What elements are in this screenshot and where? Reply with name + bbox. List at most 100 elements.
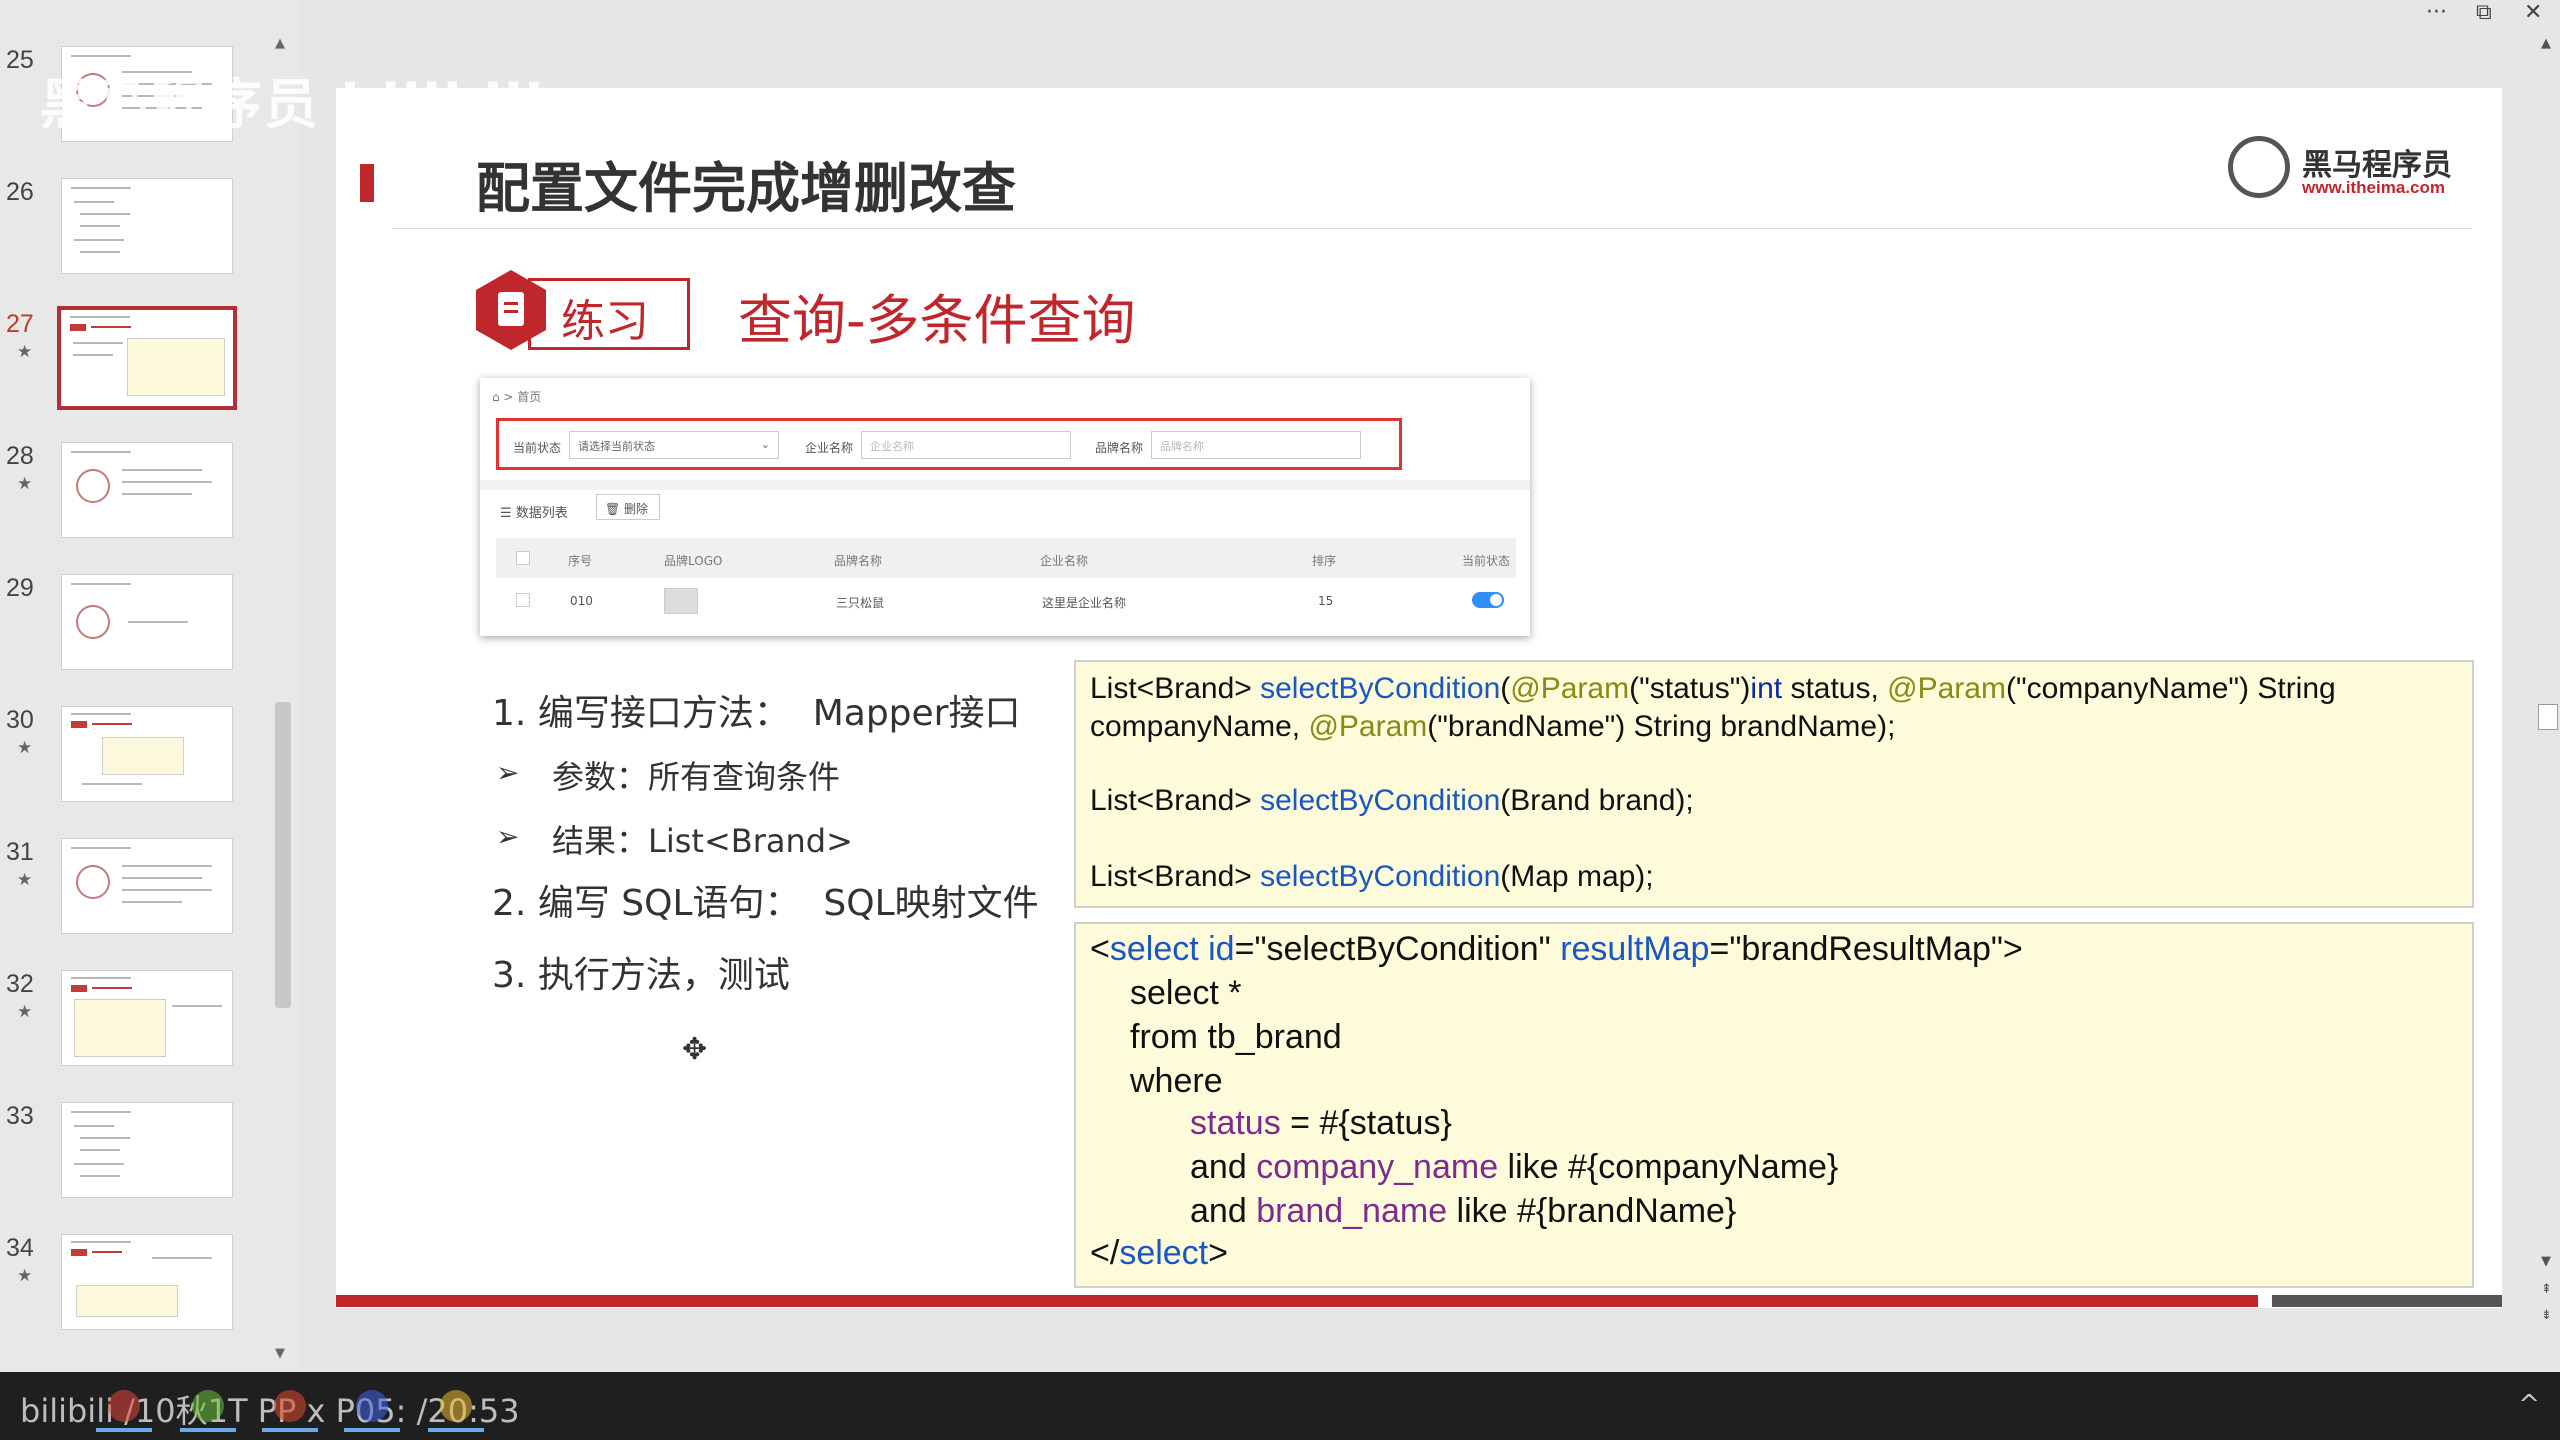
slide-thumbnail-item[interactable]: 32 ★ <box>0 970 300 1090</box>
filter-label: 企业名称 <box>805 441 854 455</box>
itheima-logo: 黑马程序员 www.itheima.com <box>2228 136 2452 206</box>
exercise-label: 练习 <box>561 296 649 347</box>
title-accent-bar <box>360 164 374 202</box>
slide-thumbnail[interactable] <box>61 1102 233 1198</box>
scrollbar-thumb[interactable] <box>275 702 291 1008</box>
step-1: 1. 编写接口方法： Mapper接口 <box>492 693 1021 734</box>
footer-bar-red <box>336 1295 2258 1307</box>
slide-number: 25 <box>6 46 34 74</box>
slide-thumbnail[interactable] <box>61 838 233 934</box>
powerpoint-app-icon[interactable] <box>262 1382 318 1432</box>
code-line: where <box>1130 1062 1223 1100</box>
previous-slide-icon[interactable]: ⇞ <box>2541 1282 2552 1297</box>
taskbar: bilibili /10秋1T PP x P05: /20:53 ^ <box>0 1372 2560 1440</box>
slide-thumbnail[interactable] <box>61 970 233 1066</box>
scrollbar-thumb[interactable] <box>2538 704 2558 730</box>
chevron-up-icon[interactable]: ^ <box>2518 1390 2540 1420</box>
divider <box>480 480 1530 490</box>
mouse-cursor-icon: ✥ <box>682 1032 708 1067</box>
app-icon[interactable] <box>180 1382 236 1432</box>
column-header: 序号 <box>568 554 593 568</box>
slide-thumbnail-item[interactable]: 27 ★ <box>0 306 300 430</box>
scroll-up-arrow-icon[interactable]: ▲ <box>2541 36 2551 51</box>
breadcrumb: ⌂ > 首页 <box>492 390 542 404</box>
filter-bar: 当前状态 请选择当前状态 ⌄ 企业名称 企业名称 品牌名称 品牌名称 <box>496 418 1402 470</box>
slide-thumbnail[interactable] <box>61 442 233 538</box>
star-icon: ★ <box>17 474 33 494</box>
brand-name-input[interactable]: 品牌名称 <box>1151 431 1361 459</box>
row-order: 15 <box>1318 594 1334 608</box>
code-line: and brand_name like #{brandName} <box>1190 1192 1737 1230</box>
slide-thumbnail-item[interactable]: 34 ★ <box>0 1234 300 1354</box>
select-all-checkbox[interactable] <box>516 551 530 565</box>
data-list-label: ☰ 数据列表 <box>500 506 568 521</box>
slide-thumbnail-item[interactable]: 30 ★ <box>0 706 300 826</box>
step-1-result: 结果：List<Brand> <box>552 822 853 860</box>
scroll-down-arrow-icon[interactable]: ▼ <box>275 1346 285 1361</box>
slide-title: 配置文件完成增删改查 <box>476 157 1016 220</box>
window-controls: ··· ⧉ ✕ <box>2400 0 2560 32</box>
slide-thumbnail-item[interactable]: 33 <box>0 1102 300 1222</box>
code-line: select * <box>1130 974 1242 1012</box>
slide-thumbnail-active[interactable] <box>57 306 237 410</box>
delete-button[interactable]: 🗑 删除 <box>596 494 660 520</box>
slide-number: 30 <box>6 706 34 734</box>
chrome-app-icon[interactable] <box>96 1382 152 1432</box>
code-line: </select> <box>1090 1234 1228 1272</box>
arrow-bullet-icon: ➢ <box>496 820 520 853</box>
row-checkbox[interactable] <box>516 593 530 607</box>
company-name-input[interactable]: 企业名称 <box>861 431 1071 459</box>
column-header: 排序 <box>1312 554 1337 568</box>
more-options-icon[interactable]: ··· <box>2426 0 2447 25</box>
status-toggle[interactable] <box>1472 592 1504 608</box>
scroll-down-arrow-icon[interactable]: ▼ <box>2541 1254 2551 1269</box>
table-header: 序号 品牌LOGO 品牌名称 企业名称 排序 当前状态 <box>496 538 1516 578</box>
code-line: status = #{status} <box>1190 1104 1452 1142</box>
slide-number: 28 <box>6 442 34 470</box>
next-slide-icon[interactable]: ⇟ <box>2541 1308 2552 1323</box>
row-company: 这里是企业名称 <box>1042 596 1127 610</box>
slide-thumbnail[interactable] <box>61 574 233 670</box>
star-icon: ★ <box>17 1002 33 1022</box>
scroll-up-arrow-icon[interactable]: ▲ <box>275 36 285 51</box>
close-window-icon[interactable]: ✕ <box>2524 0 2542 25</box>
restore-window-icon[interactable]: ⧉ <box>2476 0 2492 25</box>
step-1-params: 参数：所有查询条件 <box>552 758 841 796</box>
star-icon: ★ <box>17 870 33 890</box>
slide-thumbnail-item[interactable]: 29 <box>0 574 300 694</box>
filter-label: 品牌名称 <box>1095 441 1144 455</box>
slide-thumbnail-item[interactable]: 31 ★ <box>0 838 300 958</box>
slide-canvas[interactable]: 配置文件完成增删改查 黑马程序员 www.itheima.com 练习 查询-多… <box>336 88 2502 1308</box>
column-header: 品牌LOGO <box>664 554 723 568</box>
code-line: and company_name like #{companyName} <box>1190 1148 1839 1186</box>
footer-bar-dark <box>2272 1295 2502 1307</box>
intellij-app-icon[interactable] <box>344 1382 400 1432</box>
slide-thumbnail[interactable] <box>61 1234 233 1330</box>
sql-mapper-xml-code: <select id="selectByCondition" resultMap… <box>1074 922 2474 1288</box>
star-icon: ★ <box>17 738 33 758</box>
slide-number: 27 <box>6 310 34 338</box>
slide-number: 33 <box>6 1102 34 1130</box>
image-placeholder-icon <box>664 588 698 614</box>
arrow-bullet-icon: ➢ <box>496 756 520 789</box>
star-icon: ★ <box>17 1266 33 1286</box>
code-line: <select id="selectByCondition" resultMap… <box>1090 930 2023 968</box>
status-select[interactable]: 请选择当前状态 ⌄ <box>569 431 779 459</box>
slide-thumbnail[interactable] <box>61 706 233 802</box>
table-row: 010 三只松鼠 这里是企业名称 15 <box>496 580 1516 620</box>
column-header: 当前状态 <box>1462 554 1511 568</box>
exercise-title: 查询-多条件查询 <box>738 289 1136 352</box>
slide-thumbnail-item[interactable]: 28 ★ <box>0 442 300 562</box>
slide-number: 26 <box>6 178 34 206</box>
row-brand: 三只松鼠 <box>836 596 885 610</box>
slide-thumbnail-panel: 25 26 27 ★ 28 ★ 29 30 ★ 31 ★ 32 ★ 33 34 … <box>0 0 300 1372</box>
code-line: from tb_brand <box>1130 1018 1342 1056</box>
slide-number: 29 <box>6 574 34 602</box>
step-2: 2. 编写 SQL语句： SQL映射文件 <box>492 883 1039 924</box>
slide-thumbnail[interactable] <box>61 178 233 274</box>
file-explorer-app-icon[interactable] <box>428 1382 484 1432</box>
slide-thumbnail-item[interactable]: 26 <box>0 178 300 298</box>
star-icon: ★ <box>17 342 33 362</box>
thumbnail-scrollbar[interactable]: ▲ ▼ <box>272 36 294 1364</box>
slide-scrollbar[interactable]: ▲ ▼ ⇞ ⇟ <box>2534 36 2560 1336</box>
